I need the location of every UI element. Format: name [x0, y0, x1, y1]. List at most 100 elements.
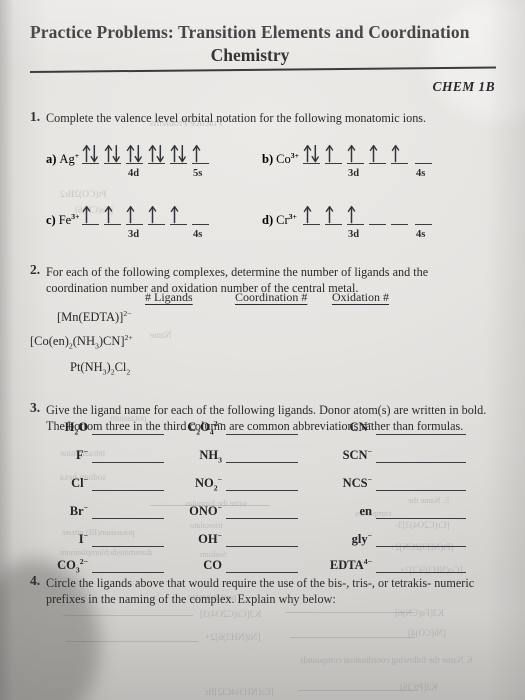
ligand-formula: en: [359, 504, 373, 518]
ligand-answer-blank[interactable]: [376, 546, 466, 548]
orbital-line: [391, 223, 408, 225]
ligand-answer-blank[interactable]: [376, 462, 466, 464]
ligand-formula: NO2−: [194, 474, 222, 493]
ligand-formula: NCS−: [342, 474, 372, 490]
item-letter: b): [262, 152, 274, 166]
orbital-sublabel-3d-b: 3d: [348, 168, 360, 179]
item-letter: d): [262, 213, 274, 227]
complex-formula-co-en-nh3-cn: [Co(en)2(NH3)CN]2+: [30, 332, 133, 351]
question-4-number: 4.: [30, 573, 41, 588]
orbital-line: [415, 223, 432, 225]
orbital-a-4d-slot-3[interactable]: [126, 142, 145, 164]
electron-pair-arrows-icon: [303, 143, 320, 163]
question-1-text: Complete the valence level orbital notat…: [46, 111, 427, 125]
orbital-empty: [391, 204, 408, 223]
orbital-c-3d-slot-1[interactable]: [82, 203, 101, 225]
orbital-b-3d-slot-3[interactable]: [347, 142, 366, 164]
worksheet-content: Practice Problems: Transition Elements a…: [0, 0, 525, 700]
item-species: Cr: [276, 213, 289, 227]
ligand-formula: CO: [203, 558, 222, 572]
ligand-formula: H2O: [64, 420, 88, 437]
orbital-sublabel-3d-c: 3d: [128, 229, 140, 240]
orbital-d-3d-slot-1[interactable]: [303, 203, 322, 225]
electron-up-arrow-icon: [126, 204, 143, 224]
orbital-row-a-4d[interactable]: [82, 142, 192, 164]
ligand-formula: Cl−: [71, 474, 88, 490]
orbital-empty: [192, 204, 209, 223]
orbital-b-3d-slot-2[interactable]: [325, 142, 344, 164]
question-1-number: 1.: [30, 109, 41, 124]
orbital-sublabel-5s-a: 5s: [193, 168, 203, 179]
ligand-answer-blank[interactable]: [376, 434, 466, 436]
orbital-line: [192, 223, 209, 225]
item-charge: 3+: [71, 211, 80, 221]
orbital-row-b-4s[interactable]: [415, 142, 437, 164]
orbital-d-3d-slot-3[interactable]: [347, 203, 366, 225]
item-charge: +: [74, 150, 80, 160]
electron-up-arrow-icon: [391, 143, 408, 163]
orbital-c-3d-slot-4[interactable]: [148, 203, 167, 225]
orbital-c-3d-slot-5[interactable]: [170, 203, 189, 225]
electron-pair-arrows-icon: [170, 143, 187, 163]
electron-up-arrow-icon: [148, 204, 165, 224]
course-code: CHEM 1B: [432, 79, 495, 94]
column-header-coordination: Coordination #: [235, 290, 308, 304]
electron-up-arrow-icon: [104, 204, 121, 224]
orbital-a-4d-slot-1[interactable]: [82, 142, 101, 164]
orbital-row-d-3d[interactable]: [303, 203, 413, 225]
orbital-b-3d-slot-5[interactable]: [391, 142, 410, 164]
ligand-answer-blank[interactable]: [376, 518, 466, 520]
ligand-formula: I−: [78, 530, 88, 546]
orbital-row-d-4s[interactable]: [415, 203, 437, 225]
complex-formula-pt-nh3-cl2: Pt(NH3)2Cl2: [70, 360, 131, 377]
orbital-empty: [415, 143, 432, 162]
item-charge: 3+: [288, 211, 297, 221]
ligand-answer-blank[interactable]: [376, 572, 466, 574]
item-letter: a): [46, 152, 57, 166]
orbital-a-5s-slot-1[interactable]: [192, 142, 211, 164]
orbital-a-4d-slot-4[interactable]: [148, 142, 167, 164]
orbital-item-d-label: d) Cr3+: [262, 211, 297, 228]
orbital-row-b-3d[interactable]: [303, 142, 413, 164]
item-species: Ag: [59, 152, 75, 166]
orbital-a-4d-slot-2[interactable]: [104, 142, 123, 164]
orbital-line: [415, 162, 432, 164]
orbital-b-3d-slot-1[interactable]: [303, 142, 322, 164]
item-species: Co: [276, 152, 291, 166]
orbital-row-c-4s[interactable]: [192, 203, 214, 225]
ligand-formula: SCN−: [342, 446, 372, 462]
orbital-a-4d-slot-5[interactable]: [170, 142, 189, 164]
ligand-formula: NH3: [199, 448, 222, 465]
orbital-row-a-5s[interactable]: [192, 142, 214, 164]
orbital-d-3d-slot-2[interactable]: [325, 203, 344, 225]
ligand-answer-blank[interactable]: [376, 490, 466, 492]
orbital-d-3d-slot-5[interactable]: [391, 203, 410, 225]
question-3-text: Give the ligand name for each of the fol…: [46, 403, 487, 433]
orbital-b-3d-slot-4[interactable]: [369, 142, 388, 164]
orbital-empty: [369, 204, 386, 223]
ligand-formula: F−: [75, 446, 88, 462]
electron-pair-arrows-icon: [82, 143, 99, 163]
ligand-formula: OH−: [198, 530, 222, 546]
page-title-line1: Practice Problems: Transition Elements a…: [30, 22, 470, 42]
orbital-b-4s-slot-1[interactable]: [415, 142, 434, 164]
orbital-line: [369, 223, 386, 225]
item-charge: 3+: [290, 150, 300, 160]
orbital-sublabel-4s-b: 4s: [416, 168, 426, 179]
orbital-row-c-3d[interactable]: [82, 203, 192, 225]
orbital-d-3d-slot-4[interactable]: [369, 203, 388, 225]
ligand-formula: C2O42−: [187, 418, 222, 437]
orbital-empty: [415, 204, 432, 223]
electron-up-arrow-icon: [325, 143, 342, 163]
orbital-c-3d-slot-2[interactable]: [104, 203, 123, 225]
ligand-formula: gly−: [351, 530, 372, 546]
ligand-formula: EDTA4−: [329, 556, 372, 572]
ligand-formula: CO32−: [57, 556, 88, 575]
orbital-sublabel-4s-d: 4s: [416, 229, 426, 240]
header-divider: [29, 66, 496, 73]
question-2-number: 2.: [30, 262, 41, 277]
item-species: Fe: [58, 213, 72, 227]
orbital-c-3d-slot-3[interactable]: [126, 203, 145, 225]
orbital-c-4s-slot-1[interactable]: [192, 203, 211, 225]
orbital-d-4s-slot-1[interactable]: [415, 203, 434, 225]
